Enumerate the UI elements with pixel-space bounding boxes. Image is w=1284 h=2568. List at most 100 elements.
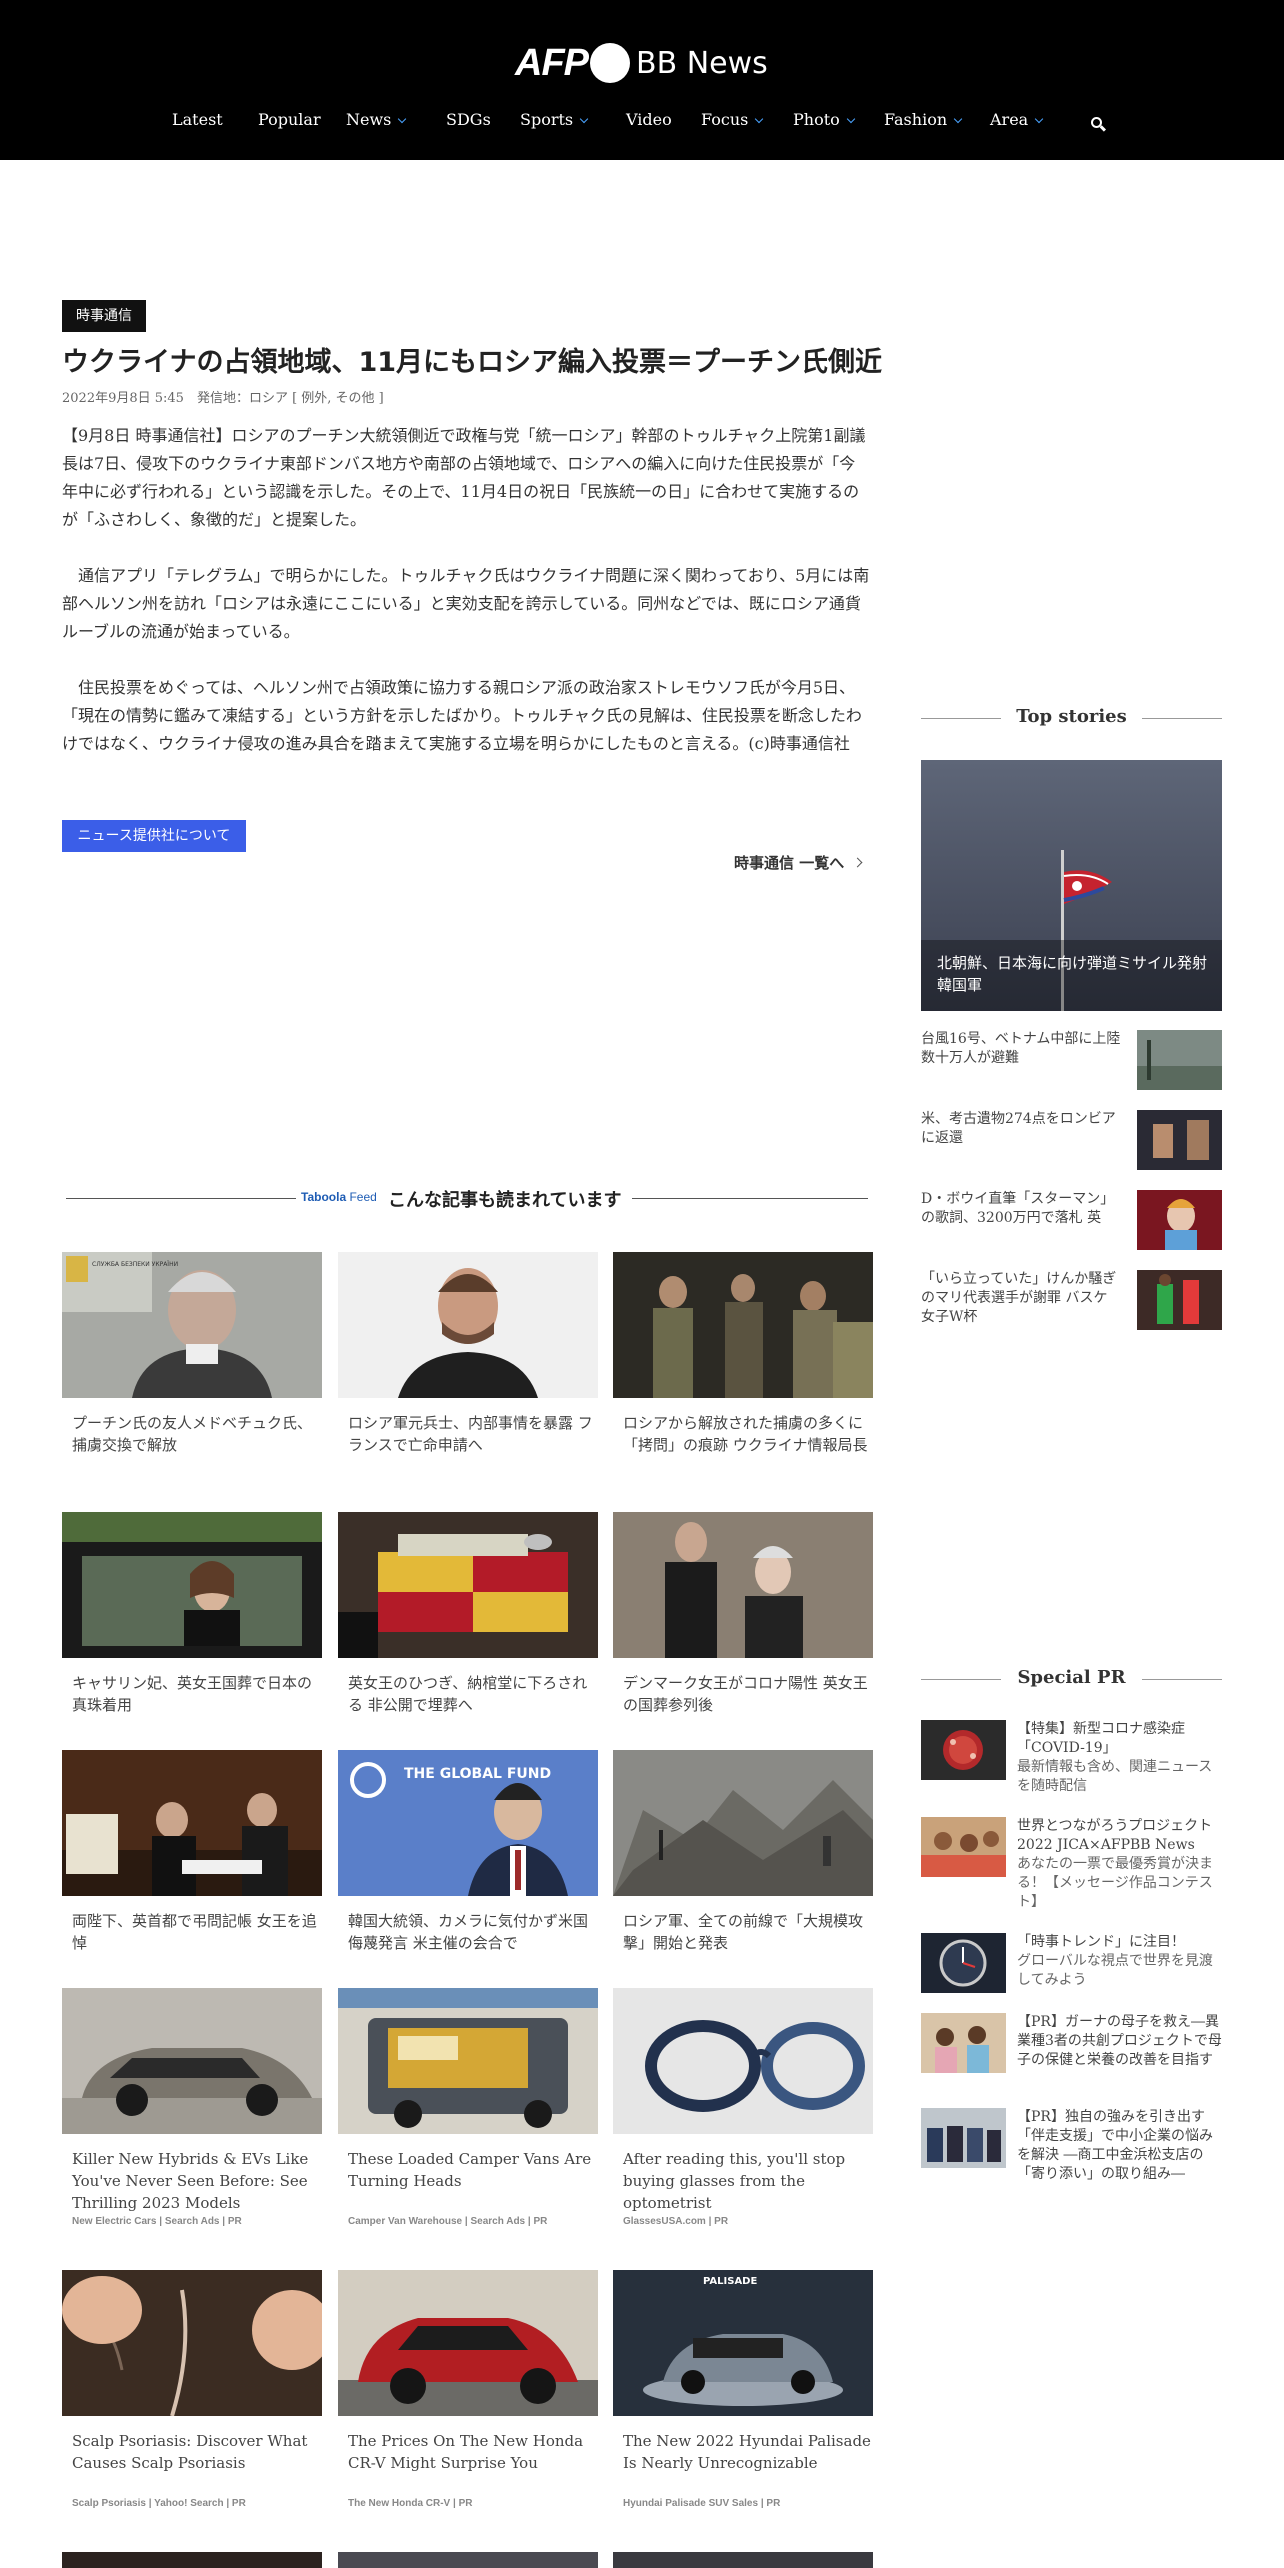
- nav-latest[interactable]: Latest: [172, 110, 223, 129]
- divider: [632, 1198, 868, 1199]
- top-story-item[interactable]: 米、考古遺物274点をロンビアに返還: [921, 1110, 1222, 1172]
- logo-ball-icon: [590, 43, 630, 83]
- taboola-feed: Feed: [349, 1190, 377, 1204]
- nav-popular[interactable]: Popular: [258, 110, 321, 129]
- article-body: 【9月8日 時事通信社】ロシアのプーチン大統領側近で政権与党「統一ロシア」幹部の…: [62, 422, 870, 786]
- card-caption: After reading this, you'll stop buying g…: [623, 2150, 846, 2212]
- card-caption: 英女王のひつぎ、納棺堂に下ろされる 非公開で埋葬へ: [348, 1674, 588, 1714]
- article-title: ウクライナの占領地域、11月にもロシア編入投票＝プーチン氏側近: [62, 347, 883, 378]
- card-caption: キャサリン妃、英女王国葬で日本の真珠着用: [72, 1674, 313, 1714]
- divider: [1142, 718, 1222, 719]
- site-header: AFP BB News Latest Popular News SDGs Spo…: [0, 0, 1284, 160]
- top-story-item[interactable]: 台風16号、ベトナム中部に上陸 数十万人が避難: [921, 1030, 1222, 1092]
- story-text: 台風16号、ベトナム中部に上陸 数十万人が避難: [921, 1031, 1121, 1066]
- card-caption: These Loaded Camper Vans Are Turning Hea…: [348, 2150, 592, 2190]
- site-logo[interactable]: AFP BB News: [515, 38, 768, 88]
- pr-subtitle: グローバルな視点で世界を見渡してみよう: [1017, 1953, 1213, 1988]
- nav-news[interactable]: News: [346, 110, 407, 129]
- pr-text: 世界とつながろうプロジェクト2022 JICA×AFPBB News あなたの一票…: [1017, 1817, 1222, 1912]
- card-caption: ロシアから解放された捕虜の多くに「拷問」の痕跡 ウクライナ情報局長: [623, 1414, 868, 1454]
- pr-title: 【PR】ガーナの母子を救え―異業種3者の共創プロジェクトで母子の保健と栄養の改善…: [1017, 2014, 1222, 2068]
- chevron-down-icon: [579, 114, 589, 124]
- nav-label: Photo: [793, 110, 840, 129]
- card-source: Scalp Psoriasis | Yahoo! Search | PR: [72, 2498, 246, 2509]
- taboola-brand: Taboola: [301, 1190, 347, 1204]
- nav-label: Fashion: [884, 110, 948, 129]
- chevron-right-icon: [852, 857, 863, 868]
- card-image: [338, 1988, 598, 2134]
- card-caption: The Prices On The New Honda CR-V Might S…: [348, 2432, 584, 2472]
- card-source: Hyundai Palisade SUV Sales | PR: [623, 2498, 781, 2509]
- nav-photo[interactable]: Photo: [793, 110, 856, 129]
- nav-label: SDGs: [446, 110, 491, 129]
- taboola-logo[interactable]: Taboola Feed: [301, 1190, 377, 1204]
- card-caption: 韓国大統領、カメラに気付かず米国侮蔑発言 米主催の会合で: [348, 1912, 589, 1952]
- divider: [66, 1198, 296, 1199]
- logo-afp: AFP: [515, 41, 589, 84]
- card-image: СЛУЖБА БЕЗПЕКИ УКРАЇНИ: [62, 1252, 322, 1398]
- card-image: [613, 1750, 873, 1896]
- taboola-heading: こんな記事も読まれています: [388, 1190, 622, 1211]
- provider-list-link[interactable]: 時事通信 一覧へ: [734, 852, 863, 873]
- article-paragraph: 【9月8日 時事通信社】ロシアのプーチン大統領側近で政権与党「統一ロシア」幹部の…: [62, 426, 866, 529]
- sbu-text: СЛУЖБА БЕЗПЕКИ УКРАЇНИ: [92, 1261, 178, 1268]
- nav-label: Area: [990, 110, 1029, 129]
- pr-text: 【PR】ガーナの母子を救え―異業種3者の共創プロジェクトで母子の保健と栄養の改善…: [1017, 2013, 1222, 2070]
- nav-label: Focus: [701, 110, 749, 129]
- nav-video[interactable]: Video: [626, 110, 672, 129]
- story-thumbnail: [1137, 1110, 1222, 1170]
- card-image: THE GLOBAL FUND: [338, 1750, 598, 1896]
- card-image: [338, 1512, 598, 1658]
- divider: [1142, 1679, 1222, 1680]
- nav-sdgs[interactable]: SDGs: [446, 110, 491, 129]
- card-image: [613, 1512, 873, 1658]
- story-text: D・ボウイ直筆「スターマン」の歌詞、3200万円で落札 英: [921, 1191, 1115, 1226]
- card-source: New Electric Cars | Search Ads | PR: [72, 2216, 242, 2227]
- card-image: [62, 1512, 322, 1658]
- pr-thumbnail: [921, 2013, 1006, 2073]
- hero-caption: 北朝鮮、日本海に向け弾道ミサイル発射 韓国軍: [937, 954, 1208, 994]
- pr-text: 【PR】独自の強みを引き出す「伴走支援」で中小企業の悩みを解決 ―商工中金浜松支…: [1017, 2108, 1222, 2184]
- pr-thumbnail: [921, 1817, 1006, 1877]
- top-story-hero[interactable]: 北朝鮮、日本海に向け弾道ミサイル発射 韓国軍: [921, 760, 1222, 1011]
- chevron-down-icon: [398, 114, 407, 124]
- article-paragraph: 住民投票をめぐっては、ヘルソン州で占領政策に協力する親ロシア派の政治家ストレモウ…: [62, 678, 862, 753]
- pr-subtitle: あなたの一票で最優秀賞が決まる！【メッセージ作品コンテスト】: [1017, 1856, 1213, 1910]
- card-source: The New Honda CR-V | PR: [348, 2498, 473, 2509]
- nav-fashion[interactable]: Fashion: [884, 110, 963, 129]
- card-image: [613, 1988, 873, 2134]
- pr-title: 【PR】独自の強みを引き出す「伴走支援」で中小企業の悩みを解決 ―商工中金浜松支…: [1017, 2109, 1213, 2182]
- top-story-item[interactable]: D・ボウイ直筆「スターマン」の歌詞、3200万円で落札 英: [921, 1190, 1222, 1252]
- story-text: 「いら立っていた」けんか騒ぎのマリ代表選手が謝罪 バスケ女子W杯: [921, 1271, 1117, 1325]
- card-caption: プーチン氏の友人メドベチュク氏、捕虜交換で解放: [72, 1414, 313, 1454]
- story-thumbnail: [1137, 1270, 1222, 1330]
- nav-focus[interactable]: Focus: [701, 110, 764, 129]
- card-image: [338, 2270, 598, 2416]
- card-image: [62, 1988, 322, 2134]
- card-caption: デンマーク女王がコロナ陽性 英女王の国葬参列後: [623, 1674, 868, 1714]
- nav-area[interactable]: Area: [990, 110, 1044, 129]
- provider-list-label: 時事通信 一覧へ: [734, 854, 845, 872]
- top-story-item[interactable]: 「いら立っていた」けんか騒ぎのマリ代表選手が謝罪 バスケ女子W杯: [921, 1270, 1222, 1332]
- chevron-down-icon: [846, 114, 856, 124]
- card-image: PALISADE: [613, 2270, 873, 2416]
- pr-text: 「時事トレンド」に注目！ グローバルな視点で世界を見渡してみよう: [1017, 1933, 1222, 1990]
- special-pr-header: Special PR: [921, 1667, 1222, 1691]
- news-provider-button[interactable]: ニュース提供社について: [62, 820, 246, 852]
- card-caption: Killer New Hybrids & EVs Like You've Nev…: [72, 2150, 309, 2212]
- taboola-header: Taboola Feed こんな記事も読まれています: [66, 1186, 868, 1211]
- special-pr-title: Special PR: [1017, 1667, 1126, 1688]
- source-tag[interactable]: 時事通信: [62, 300, 146, 332]
- logo-bb-news: BB News: [636, 45, 768, 81]
- pr-subtitle: 最新情報も含め、関連ニュースを随時配信: [1017, 1759, 1213, 1794]
- card-caption: 両陛下、英首都で弔問記帳 女王を追悼: [72, 1912, 317, 1952]
- nav-sports[interactable]: Sports: [520, 110, 589, 129]
- story-text: 米、考古遺物274点をロンビアに返還: [921, 1111, 1116, 1146]
- card-caption: Scalp Psoriasis: Discover What Causes Sc…: [72, 2432, 308, 2472]
- chevron-down-icon: [1034, 114, 1044, 124]
- search-icon[interactable]: [1091, 117, 1107, 132]
- pr-title: 「時事トレンド」に注目！: [1017, 1934, 1185, 1950]
- card-image: [62, 1750, 322, 1896]
- top-stories-title: Top stories: [1016, 706, 1127, 727]
- card-caption: The New 2022 Hyundai Palisade Is Nearly …: [623, 2432, 871, 2472]
